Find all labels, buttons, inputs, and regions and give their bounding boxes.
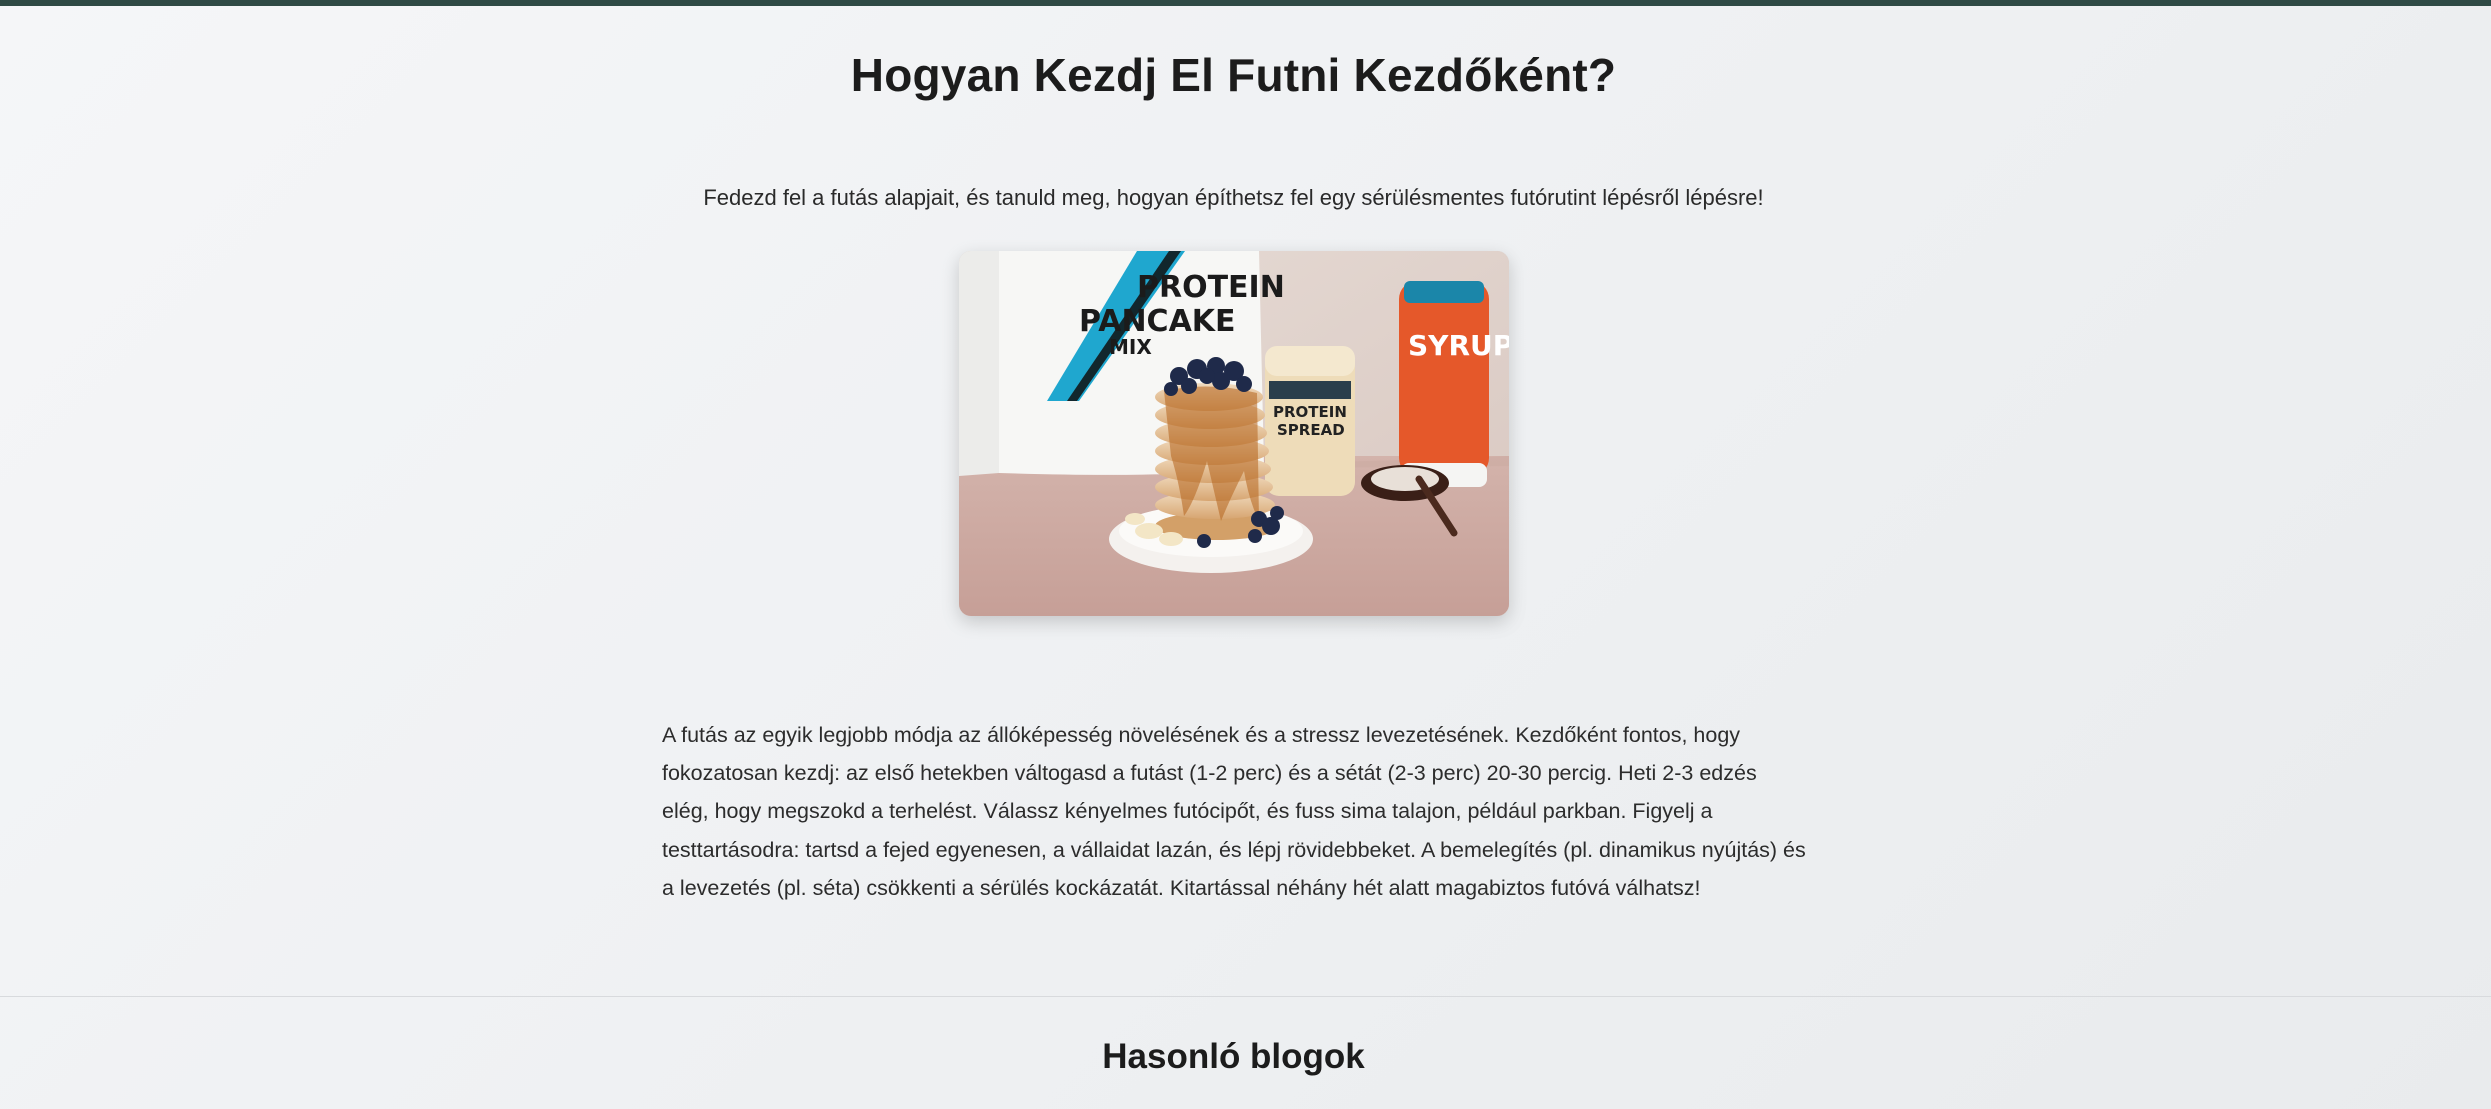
article-body: A futás az egyik legjobb módja az állóké…	[662, 723, 1806, 900]
related-blogs-heading: Hasonló blogok	[1102, 1037, 1365, 1076]
bag-label-line3: MIX	[1109, 335, 1152, 359]
page-title: Hogyan Kezdj El Futni Kezdőként?	[850, 49, 1617, 101]
bag-label-line1: PROTEIN	[1137, 270, 1285, 305]
article-hero-image: PROTEIN PANCAKE MIX PROTEIN SPREAD SYRUP	[959, 251, 1509, 616]
jar-label-line2: SPREAD	[1277, 421, 1345, 439]
article-intro: Fedezd fel a futás alapjait, és tanuld m…	[703, 185, 1764, 210]
jar-label-line1: PROTEIN	[1273, 403, 1347, 421]
bag-label-line2: PANCAKE	[1079, 304, 1236, 339]
top-accent-bar	[0, 0, 2491, 6]
bottle-label: SYRUP	[1408, 329, 1509, 362]
section-divider	[0, 996, 2491, 997]
